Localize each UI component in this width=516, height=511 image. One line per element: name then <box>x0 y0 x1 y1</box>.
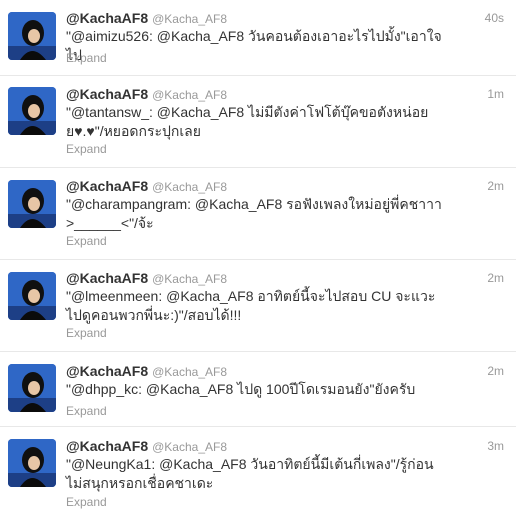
tweet-text: "@charampangram: @Kacha_AF8 รอฟังเพลงใหม… <box>66 196 442 231</box>
tweet-username[interactable]: @Kacha_AF8 <box>152 272 227 286</box>
tweet-fullname[interactable]: @KachaAF8 <box>66 438 148 454</box>
avatar[interactable] <box>8 180 56 228</box>
tweet-fullname[interactable]: @KachaAF8 <box>66 10 148 26</box>
tweet-timestamp[interactable]: 3m <box>487 439 504 453</box>
tweet-fullname[interactable]: @KachaAF8 <box>66 86 148 102</box>
tweet-header: @KachaAF8 @Kacha_AF8 2m <box>66 363 504 381</box>
tweet-header: @KachaAF8 @Kacha_AF8 1m <box>66 86 504 104</box>
tweet-timestamp[interactable]: 2m <box>487 271 504 285</box>
tweet-fullname[interactable]: @KachaAF8 <box>66 270 148 286</box>
tweet-item[interactable]: @KachaAF8 @Kacha_AF8 1m "@tantansw_: @Kac… <box>0 76 516 168</box>
expand-link[interactable]: Expand <box>66 326 107 340</box>
tweet-timestamp[interactable]: 2m <box>487 364 504 378</box>
tweet-header: @KachaAF8 @Kacha_AF8 3m <box>66 438 504 456</box>
tweet-header: @KachaAF8 @Kacha_AF8 2m <box>66 270 504 288</box>
expand-link[interactable]: Expand <box>66 51 107 65</box>
avatar[interactable] <box>8 87 56 135</box>
tweet-item[interactable]: @KachaAF8 @Kacha_AF8 3m "@NeungKa1: @Kach… <box>0 427 516 511</box>
avatar[interactable] <box>8 272 56 320</box>
avatar[interactable] <box>8 364 56 412</box>
avatar[interactable] <box>8 12 56 60</box>
tweet-timestamp[interactable]: 1m <box>487 87 504 101</box>
tweet-text: "@aimizu526: @Kacha_AF8 วันคอนต้องเอาอะไ… <box>66 28 442 63</box>
tweet-header: @KachaAF8 @Kacha_AF8 2m <box>66 178 504 196</box>
expand-link[interactable]: Expand <box>66 142 107 156</box>
expand-link[interactable]: Expand <box>66 495 107 509</box>
tweet-fullname[interactable]: @KachaAF8 <box>66 178 148 194</box>
tweet-item[interactable]: @KachaAF8 @Kacha_AF8 40s "@aimizu526: @Ka… <box>0 0 516 76</box>
expand-link[interactable]: Expand <box>66 404 107 418</box>
expand-link[interactable]: Expand <box>66 234 107 248</box>
tweet-username[interactable]: @Kacha_AF8 <box>152 365 227 379</box>
tweet-text: "@lmeenmeen: @Kacha_AF8 อาทิตย์นี้จะไปสอ… <box>66 288 436 323</box>
tweet-item[interactable]: @KachaAF8 @Kacha_AF8 2m "@dhpp_kc: @Kacha… <box>0 352 516 427</box>
tweet-timestamp[interactable]: 2m <box>487 179 504 193</box>
tweet-username[interactable]: @Kacha_AF8 <box>152 180 227 194</box>
tweet-item[interactable]: @KachaAF8 @Kacha_AF8 2m "@charampangram: … <box>0 168 516 260</box>
tweet-text: "@NeungKa1: @Kacha_AF8 วันอาทิตย์นี้มีเต… <box>66 456 434 491</box>
tweet-text: "@dhpp_kc: @Kacha_AF8 ไปดู 100ปีโดเรมอนย… <box>66 381 416 397</box>
tweet-username[interactable]: @Kacha_AF8 <box>152 12 227 26</box>
tweet-fullname[interactable]: @KachaAF8 <box>66 363 148 379</box>
tweet-text: "@tantansw_: @Kacha_AF8 ไม่มีตังค่าโฟโต้… <box>66 104 429 139</box>
tweet-item[interactable]: @KachaAF8 @Kacha_AF8 2m "@lmeenmeen: @Kac… <box>0 260 516 352</box>
tweet-username[interactable]: @Kacha_AF8 <box>152 88 227 102</box>
tweet-timeline: @KachaAF8 @Kacha_AF8 40s "@aimizu526: @Ka… <box>0 0 516 511</box>
avatar[interactable] <box>8 439 56 487</box>
tweet-username[interactable]: @Kacha_AF8 <box>152 440 227 454</box>
tweet-timestamp[interactable]: 40s <box>485 11 504 25</box>
tweet-header: @KachaAF8 @Kacha_AF8 40s <box>66 10 504 28</box>
